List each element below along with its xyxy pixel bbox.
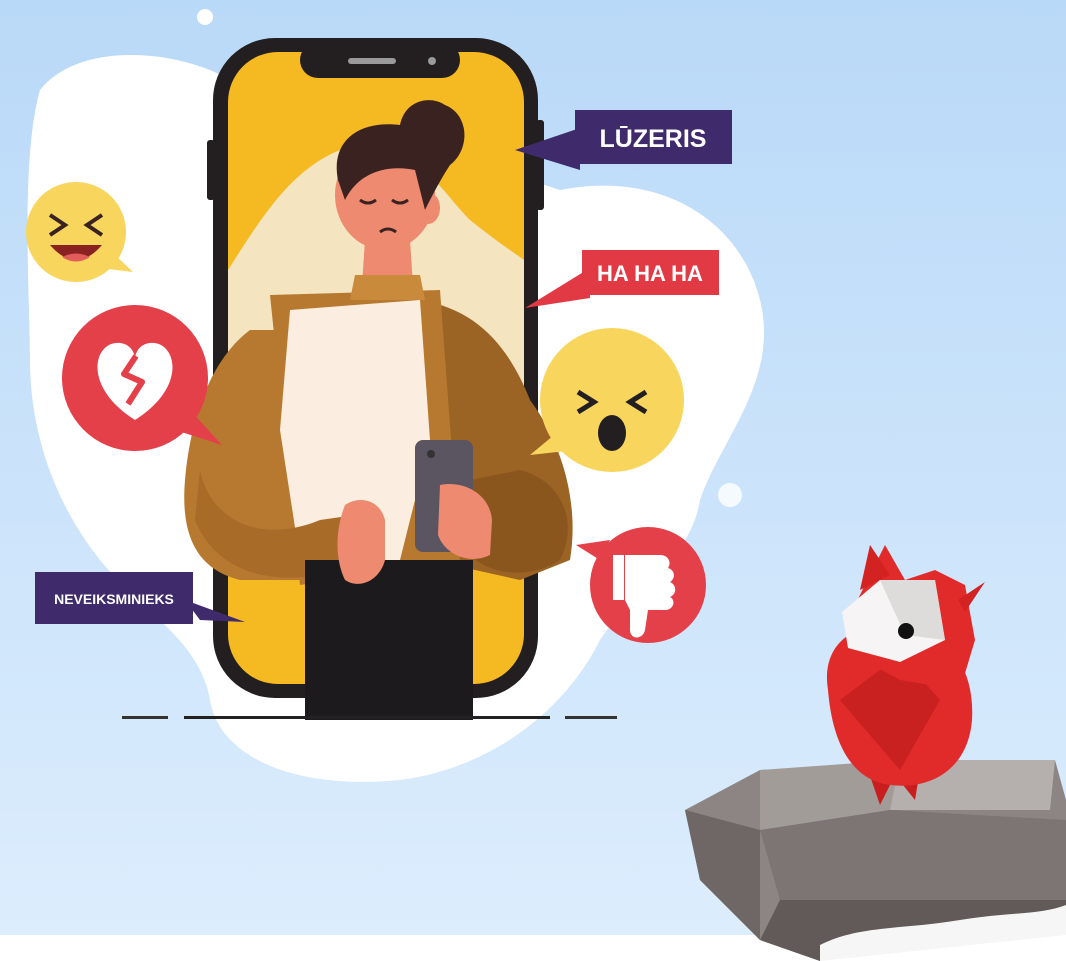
person-collar (350, 275, 425, 300)
label-neveiksminieks-text: NEVEIKSMINIEKS (54, 591, 174, 607)
ground-line (565, 716, 617, 719)
cyberbullying-illustration: LŪZERIS HA HA HA NEVEIKSMINIEKS (0, 0, 1066, 961)
phone-speaker (348, 58, 396, 64)
ground-line (122, 716, 168, 719)
dot-decoration (197, 9, 213, 25)
person-hand-left (337, 500, 385, 584)
person-pants (305, 560, 473, 720)
label-ha-ha-ha-text: HA HA HA (597, 261, 703, 286)
label-luzeris-text: LŪZERIS (600, 125, 707, 153)
ground-line (184, 716, 550, 719)
phone-camera (428, 57, 436, 65)
phone-side-button (536, 120, 544, 210)
held-phone-camera (427, 450, 435, 458)
dot-decoration (100, 513, 110, 523)
phone-side-button (207, 140, 215, 200)
dot-decoration (718, 483, 742, 507)
